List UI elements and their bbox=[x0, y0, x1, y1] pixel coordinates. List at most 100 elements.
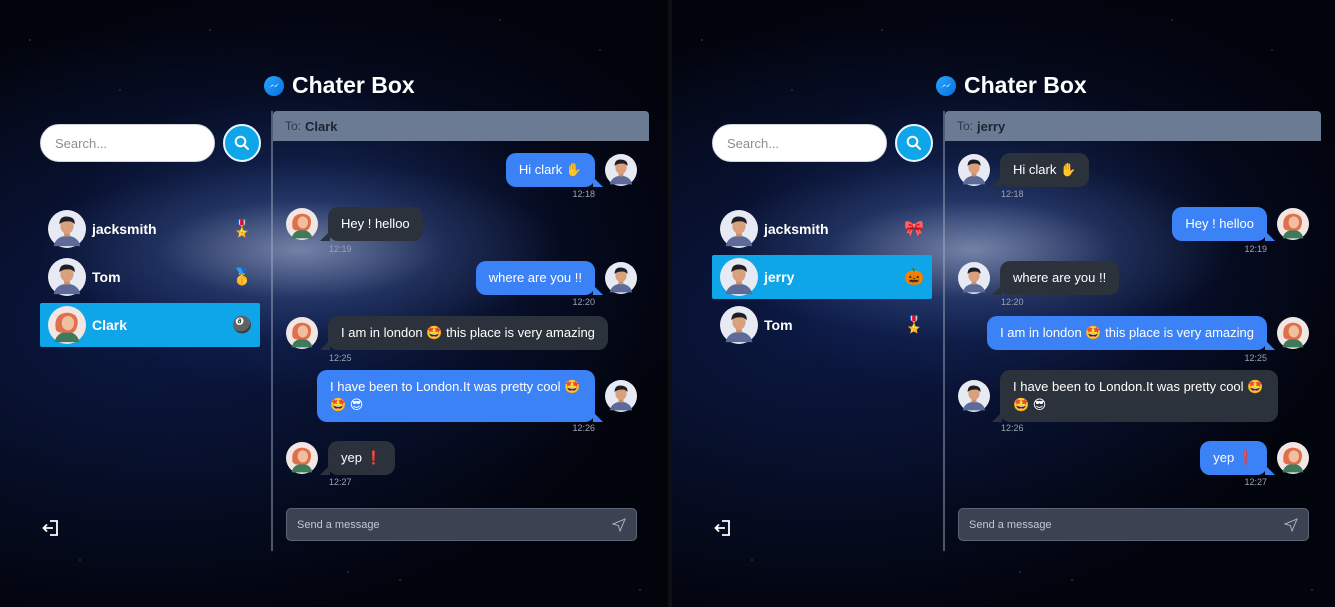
user-name: Clark bbox=[92, 317, 128, 333]
message-text: Hi clark ✋ bbox=[991, 153, 1090, 187]
message-sent: yep ❗ bbox=[1200, 441, 1309, 475]
message-received: I am in london 🤩 this place is very amaz… bbox=[286, 316, 608, 350]
pumpkin-icon: 🎃 bbox=[904, 267, 924, 286]
message-time: 12:27 bbox=[1244, 477, 1267, 487]
search-button[interactable] bbox=[223, 124, 261, 162]
message-received: where are you !! bbox=[958, 261, 1120, 295]
message-received: yep ❗ bbox=[286, 441, 395, 475]
user-item-jacksmith[interactable]: jacksmith 🎀 bbox=[712, 207, 932, 251]
user-name: Tom bbox=[92, 269, 121, 285]
user-item-jerry[interactable]: jerry 🎃 bbox=[712, 255, 932, 299]
ribbon-icon: 🎀 bbox=[904, 219, 924, 238]
avatar bbox=[605, 380, 637, 412]
avatar bbox=[286, 317, 318, 349]
message-time: 12:26 bbox=[1001, 423, 1024, 433]
to-label: To: bbox=[285, 119, 302, 133]
user-name: jacksmith bbox=[92, 221, 157, 237]
user-item-tom[interactable]: Tom 🎖️ bbox=[712, 303, 932, 347]
recipient-name: jerry bbox=[977, 118, 1006, 134]
chat-window-right: Chater Box jacksmith 🎀 jerry 🎃 Tom 🎖️ bbox=[672, 0, 1335, 607]
avatar bbox=[958, 380, 990, 412]
eight-ball-icon: 🎱 bbox=[232, 315, 252, 334]
message-text: Hi clark ✋ bbox=[505, 153, 604, 187]
medal-icon: 🎖️ bbox=[904, 315, 924, 334]
message-time: 12:18 bbox=[572, 189, 595, 199]
avatar bbox=[605, 154, 637, 186]
message-time: 12:25 bbox=[329, 353, 352, 363]
recipient-name: Clark bbox=[305, 118, 338, 134]
message-received: Hi clark ✋ bbox=[958, 153, 1090, 187]
message-input[interactable] bbox=[969, 518, 1284, 531]
app-title: Chater Box bbox=[292, 72, 415, 98]
search-bar bbox=[40, 124, 261, 162]
avatar bbox=[605, 262, 637, 294]
search-icon bbox=[234, 135, 249, 150]
message-text: yep ❗ bbox=[320, 441, 395, 475]
message-text: where are you !! bbox=[475, 261, 604, 295]
user-list: jacksmith 🎖️ Tom 🥇 Clark 🎱 bbox=[40, 207, 260, 351]
logout-icon[interactable] bbox=[714, 519, 732, 537]
conversation-panel: To: jerry Hi clark ✋ 12:18 Hey ! helloo … bbox=[945, 111, 1321, 551]
conversation-panel: To: Clark Hi clark ✋ 12:18 Hey ! helloo … bbox=[273, 111, 649, 551]
search-bar bbox=[712, 124, 933, 162]
avatar bbox=[1277, 208, 1309, 240]
user-item-jacksmith[interactable]: jacksmith 🎖️ bbox=[40, 207, 260, 251]
message-received: I have been to London.It was pretty cool… bbox=[958, 370, 1278, 422]
app-title: Chater Box bbox=[964, 72, 1087, 98]
message-text: Hey ! helloo bbox=[1172, 207, 1275, 241]
message-sent: I am in london 🤩 this place is very amaz… bbox=[987, 316, 1309, 350]
avatar bbox=[286, 208, 318, 240]
avatar bbox=[286, 442, 318, 474]
user-name: jacksmith bbox=[764, 221, 829, 237]
user-item-tom[interactable]: Tom 🥇 bbox=[40, 255, 260, 299]
avatar bbox=[958, 154, 990, 186]
message-line: 🤩 😎 bbox=[330, 397, 364, 412]
send-icon[interactable] bbox=[1284, 517, 1298, 532]
user-name: jerry bbox=[764, 269, 795, 285]
message-text: I have been to London.It was pretty cool… bbox=[992, 370, 1278, 422]
user-item-clark[interactable]: Clark 🎱 bbox=[40, 303, 260, 347]
avatar bbox=[48, 258, 86, 296]
message-line: I have been to London.It was pretty cool… bbox=[330, 379, 581, 394]
messenger-icon bbox=[264, 75, 284, 96]
message-input[interactable] bbox=[297, 518, 612, 531]
conversation-header: To: jerry bbox=[945, 111, 1321, 141]
send-icon[interactable] bbox=[612, 517, 626, 532]
message-composer bbox=[958, 508, 1309, 541]
message-composer bbox=[286, 508, 637, 541]
message-sent: where are you !! bbox=[475, 261, 637, 295]
search-icon bbox=[906, 135, 921, 150]
medal-icon: 🎖️ bbox=[232, 219, 252, 238]
avatar bbox=[48, 210, 86, 248]
message-line: 🤩 😎 bbox=[1013, 397, 1047, 412]
message-text: where are you !! bbox=[991, 261, 1120, 295]
message-time: 12:20 bbox=[1001, 297, 1024, 307]
avatar bbox=[720, 258, 758, 296]
message-time: 12:20 bbox=[572, 297, 595, 307]
avatar bbox=[958, 262, 990, 294]
gold-medal-icon: 🥇 bbox=[232, 267, 252, 286]
avatar bbox=[1277, 317, 1309, 349]
logout-icon[interactable] bbox=[42, 519, 60, 537]
message-time: 12:25 bbox=[1244, 353, 1267, 363]
message-text: Hey ! helloo bbox=[320, 207, 423, 241]
message-sent: I have been to London.It was pretty cool… bbox=[317, 370, 637, 422]
search-input[interactable] bbox=[40, 124, 215, 162]
message-sent: Hey ! helloo bbox=[1172, 207, 1309, 241]
message-time: 12:18 bbox=[1001, 189, 1024, 199]
message-text: I am in london 🤩 this place is very amaz… bbox=[320, 316, 608, 350]
avatar bbox=[720, 210, 758, 248]
message-time: 12:26 bbox=[572, 423, 595, 433]
user-name: Tom bbox=[764, 317, 793, 333]
message-text: I have been to London.It was pretty cool… bbox=[317, 370, 603, 422]
message-line: I have been to London.It was pretty cool… bbox=[1013, 379, 1264, 394]
messenger-icon bbox=[936, 75, 956, 96]
message-time: 12:27 bbox=[329, 477, 352, 487]
search-button[interactable] bbox=[895, 124, 933, 162]
message-received: Hey ! helloo bbox=[286, 207, 423, 241]
avatar bbox=[720, 306, 758, 344]
avatar bbox=[48, 306, 86, 344]
message-sent: Hi clark ✋ bbox=[505, 153, 637, 187]
brand: Chater Box bbox=[936, 72, 1087, 99]
search-input[interactable] bbox=[712, 124, 887, 162]
